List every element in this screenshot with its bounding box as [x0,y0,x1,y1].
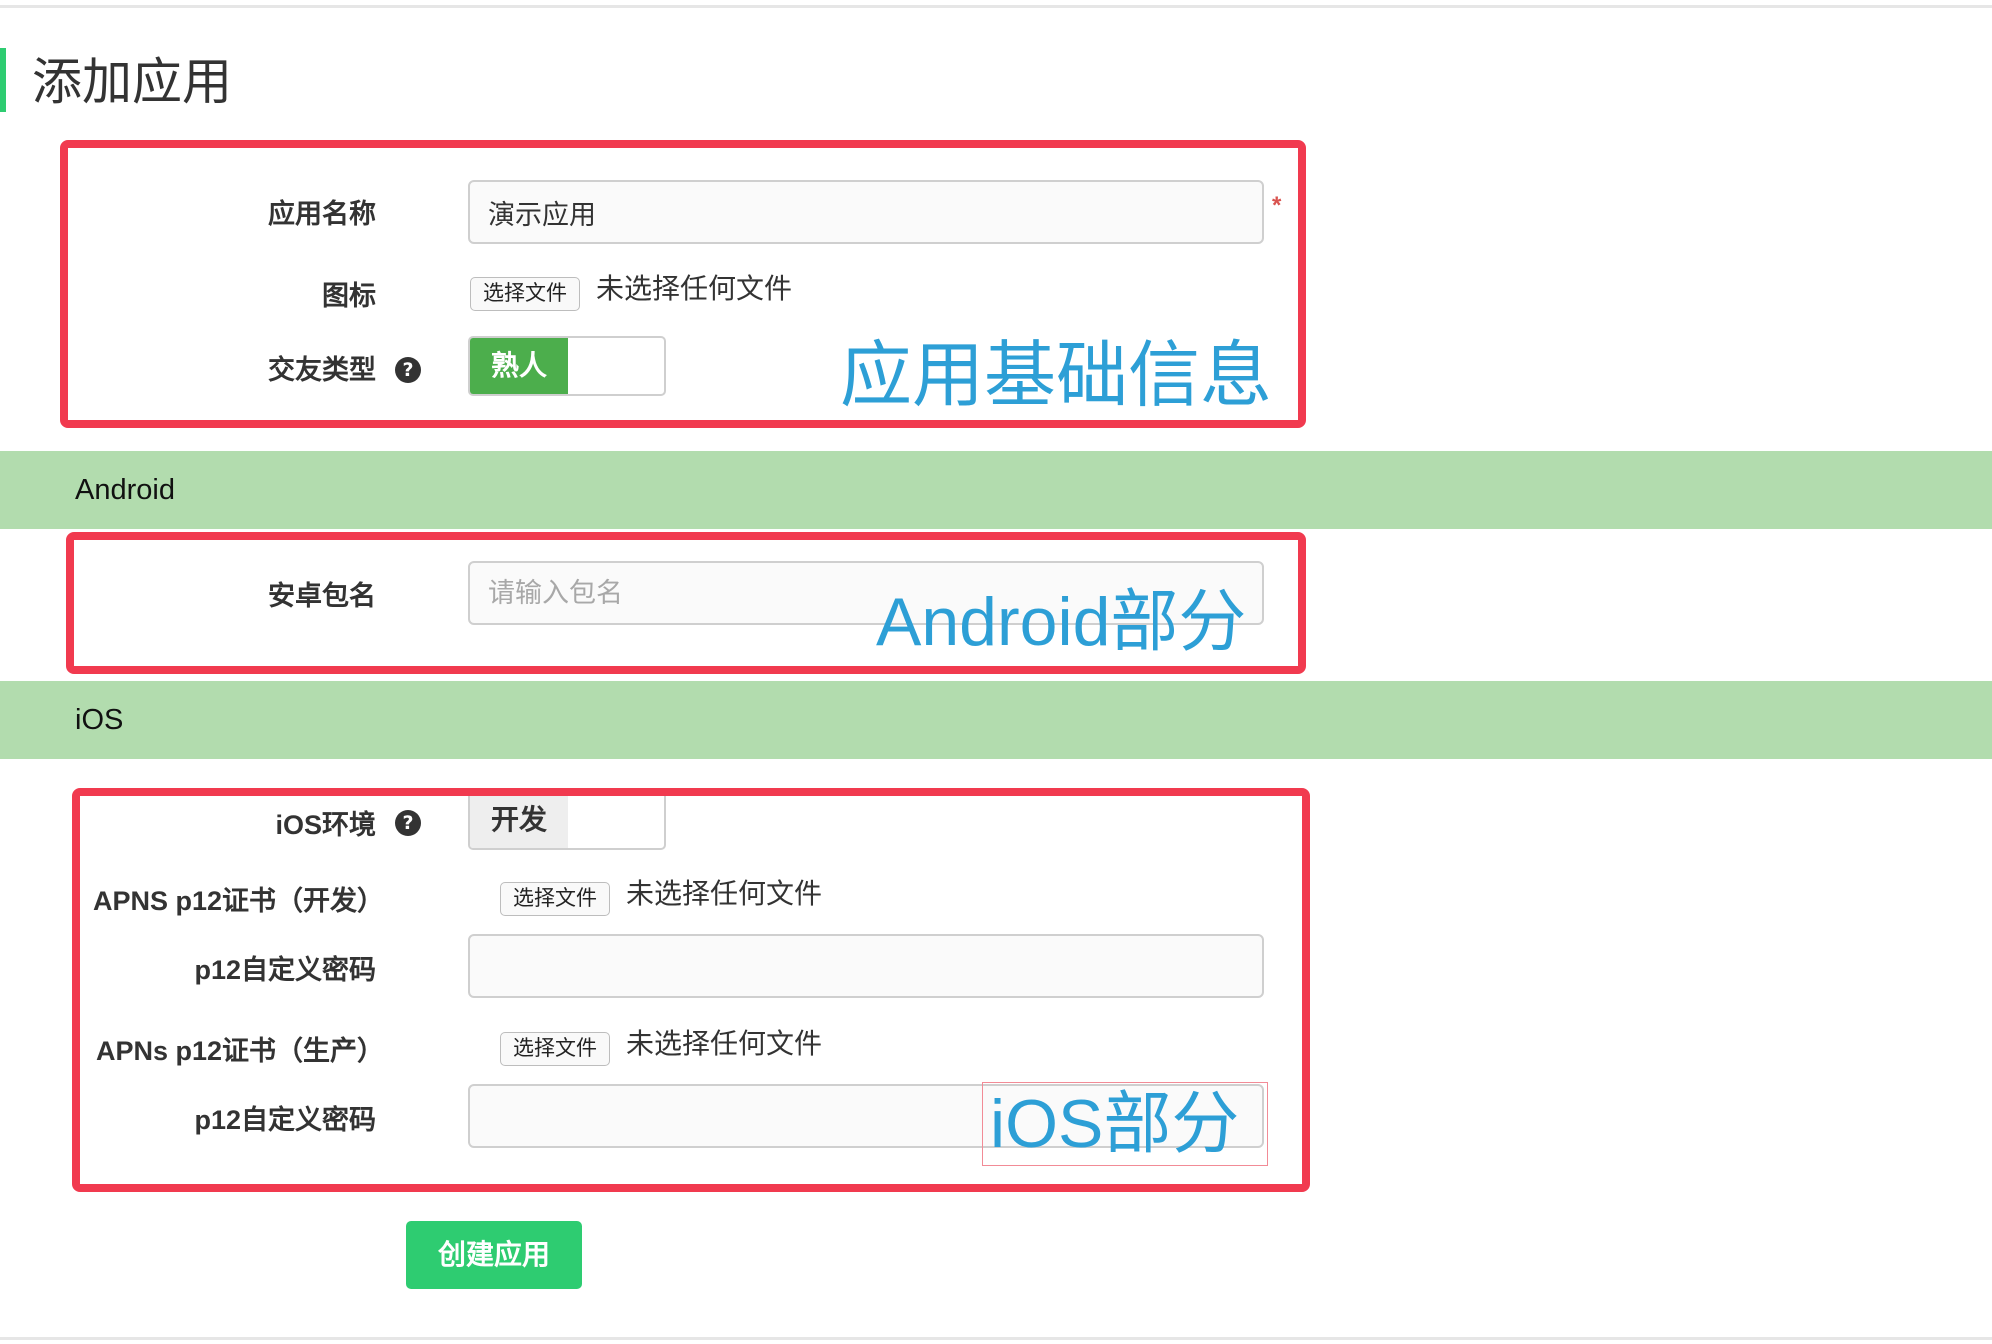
top-divider [0,5,1992,8]
annotation-text-ios: iOS部分 [990,1086,1240,1162]
page-title: 添加应用 [32,54,232,110]
annotation-text-android: Android部分 [876,584,1247,660]
create-app-button[interactable]: 创建应用 [406,1221,582,1289]
annotation-text-basic: 应用基础信息 [840,336,1273,416]
bottom-divider [0,1337,1992,1340]
section-title-ios: iOS [75,704,124,736]
section-band-ios: iOS [0,681,1992,759]
section-band-android: Android [0,451,1992,529]
title-accent-bar [0,48,6,112]
section-title-android: Android [75,474,175,506]
